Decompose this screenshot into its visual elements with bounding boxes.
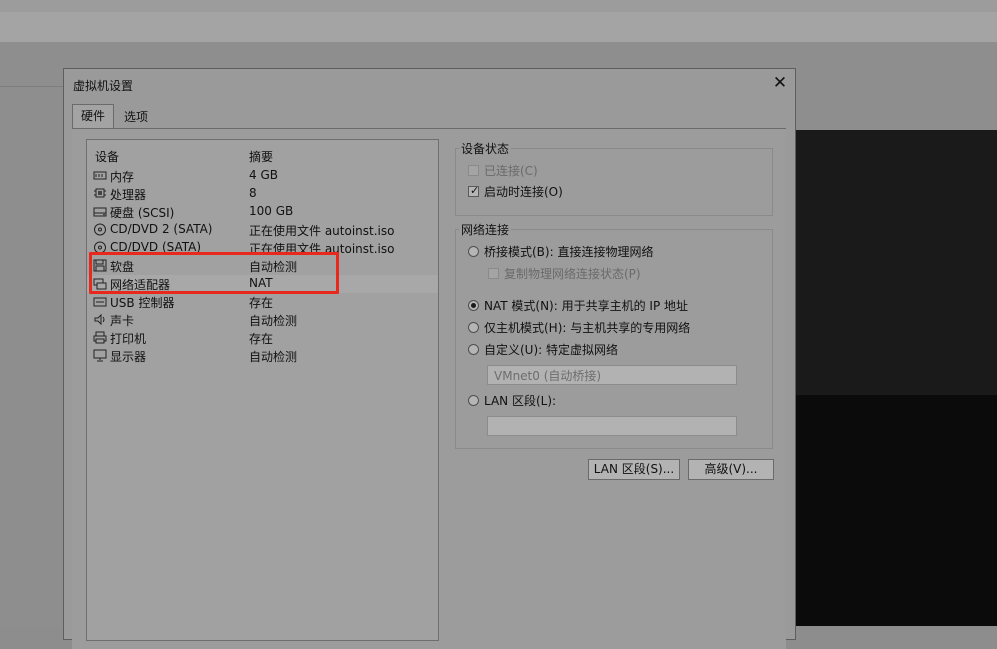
- nat-label: NAT 模式(N): 用于共享主机的 IP 地址: [484, 299, 689, 313]
- device-column-header[interactable]: 设备: [95, 148, 119, 165]
- device-row-processor[interactable]: 处理器 8: [87, 185, 438, 203]
- connect-at-power-on-checkbox[interactable]: ✓: [468, 184, 480, 197]
- connected-label: 已连接(C): [484, 164, 538, 178]
- vm-settings-dialog: 虚拟机设置 ✕ 硬件 选项 设备 摘要 内存 4 GB 处理器 8 硬盘 (SC…: [63, 68, 796, 649]
- device-summary: 正在使用文件 autoinst.iso: [249, 224, 395, 238]
- device-summary: 自动检测: [249, 350, 298, 364]
- device-name: 硬盘 (SCSI): [110, 206, 175, 220]
- usb-icon: [93, 297, 107, 307]
- device-summary: 100 GB: [249, 204, 294, 218]
- device-row-printer[interactable]: 打印机 存在: [87, 329, 438, 347]
- tab-options[interactable]: 选项: [116, 106, 156, 128]
- device-name: 处理器: [110, 188, 147, 202]
- custom-label: 自定义(U): 特定虚拟网络: [484, 343, 619, 357]
- bridged-label: 桥接模式(B): 直接连接物理网络: [484, 245, 654, 259]
- speaker-icon: [94, 313, 105, 326]
- connected-checkbox[interactable]: [468, 165, 479, 176]
- device-list: 设备 摘要 内存 4 GB 处理器 8 硬盘 (SCSI) 100 GB CD/…: [86, 139, 439, 641]
- device-row-hard-disk[interactable]: 硬盘 (SCSI) 100 GB: [87, 203, 438, 221]
- printer-icon: [93, 331, 107, 344]
- connect-at-power-on-label: 启动时连接(O): [484, 185, 563, 199]
- lan-segment-radio[interactable]: [468, 395, 479, 406]
- close-icon[interactable]: ✕: [770, 72, 790, 94]
- monitor-icon: [93, 349, 107, 362]
- device-row-cd-dvd-2[interactable]: CD/DVD 2 (SATA) 正在使用文件 autoinst.iso: [87, 221, 438, 239]
- checkmark-icon: ✓: [470, 184, 480, 197]
- replicate-state-checkbox[interactable]: [488, 268, 499, 279]
- background-app-toolbar: [0, 12, 997, 42]
- device-summary: 存在: [249, 332, 274, 346]
- vm-console-preview-lower: [793, 395, 997, 626]
- host-only-label: 仅主机模式(H): 与主机共享的专用网络: [484, 321, 691, 335]
- custom-radio[interactable]: [468, 344, 479, 355]
- replicate-state-label: 复制物理网络连接状态(P): [504, 267, 641, 281]
- lan-segments-button[interactable]: LAN 区段(S)...: [588, 459, 680, 480]
- device-status-group: [455, 148, 773, 216]
- background-divider: [0, 86, 70, 87]
- device-status-title: 设备状态: [459, 140, 512, 157]
- cd-dvd-icon: [94, 223, 106, 236]
- device-row-usb-controller[interactable]: USB 控制器 存在: [87, 293, 438, 311]
- device-summary: 4 GB: [249, 168, 278, 182]
- hard-disk-icon: [93, 207, 107, 217]
- device-name: CD/DVD 2 (SATA): [110, 222, 213, 236]
- device-row-display[interactable]: 显示器 自动检测: [87, 347, 438, 365]
- lan-segment-select[interactable]: [487, 416, 737, 436]
- radio-selected-dot: [471, 303, 476, 308]
- advanced-button[interactable]: 高级(V)...: [688, 459, 774, 480]
- dialog-title: 虚拟机设置: [73, 79, 134, 93]
- summary-column-header[interactable]: 摘要: [249, 148, 273, 165]
- tab-hardware[interactable]: 硬件: [72, 104, 115, 129]
- device-summary: 存在: [249, 296, 274, 310]
- device-name: 内存: [110, 170, 135, 184]
- device-summary: 8: [249, 186, 257, 200]
- nat-radio[interactable]: [468, 300, 479, 311]
- host-only-radio[interactable]: [468, 322, 479, 333]
- device-name: 打印机: [110, 332, 147, 346]
- device-name: 显示器: [110, 350, 147, 364]
- lan-segment-label: LAN 区段(L):: [484, 394, 557, 408]
- device-summary: 自动检测: [249, 314, 298, 328]
- bridged-radio[interactable]: [468, 246, 479, 257]
- device-row-memory[interactable]: 内存 4 GB: [87, 167, 438, 185]
- network-connection-title: 网络连接: [459, 221, 512, 238]
- cpu-icon: [94, 188, 106, 198]
- device-name: USB 控制器: [110, 296, 175, 310]
- memory-icon: [93, 171, 107, 180]
- device-row-sound-card[interactable]: 声卡 自动检测: [87, 311, 438, 329]
- device-name: 声卡: [110, 314, 135, 328]
- annotation-highlight-box: [89, 252, 339, 294]
- custom-network-select[interactable]: VMnet0 (自动桥接): [487, 365, 737, 385]
